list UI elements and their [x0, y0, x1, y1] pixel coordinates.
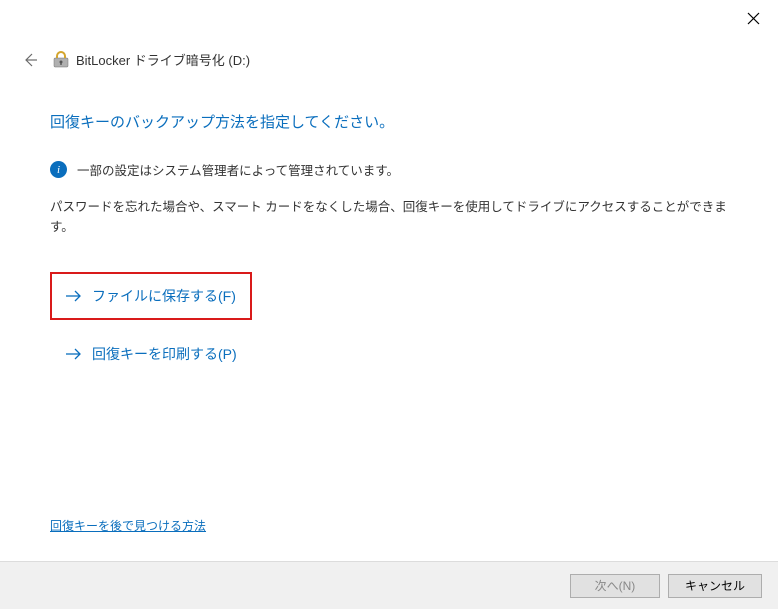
next-button[interactable]: 次へ(N): [570, 574, 660, 598]
save-to-file-label: ファイルに保存する(F): [92, 286, 236, 306]
wizard-content: 回復キーのバックアップ方法を指定してください。 i 一部の設定はシステム管理者に…: [0, 69, 778, 376]
help-link[interactable]: 回復キーを後で見つける方法: [50, 517, 206, 534]
wizard-header: BitLocker ドライブ暗号化 (D:): [0, 0, 778, 69]
admin-info-text: 一部の設定はシステム管理者によって管理されています。: [77, 160, 399, 179]
bitlocker-icon: [52, 51, 70, 69]
header-title-container: BitLocker ドライブ暗号化 (D:): [52, 50, 250, 69]
cancel-button[interactable]: キャンセル: [668, 574, 762, 598]
page-heading: 回復キーのバックアップ方法を指定してください。: [50, 111, 728, 132]
info-icon: i: [50, 161, 67, 178]
close-icon[interactable]: [747, 12, 760, 29]
header-title-text: BitLocker ドライブ暗号化 (D:): [76, 50, 250, 69]
arrow-right-icon: [66, 290, 82, 302]
button-bar: 次へ(N) キャンセル: [0, 561, 778, 609]
admin-info-row: i 一部の設定はシステム管理者によって管理されています。: [50, 160, 728, 179]
back-arrow-icon[interactable]: [22, 52, 38, 68]
print-key-label: 回復キーを印刷する(P): [92, 344, 237, 364]
description-text: パスワードを忘れた場合や、スマート カードをなくした場合、回復キーを使用してドラ…: [50, 197, 728, 237]
print-key-option[interactable]: 回復キーを印刷する(P): [50, 332, 253, 376]
arrow-right-icon: [66, 348, 82, 360]
save-to-file-option[interactable]: ファイルに保存する(F): [50, 272, 252, 320]
window-controls: [747, 12, 760, 30]
